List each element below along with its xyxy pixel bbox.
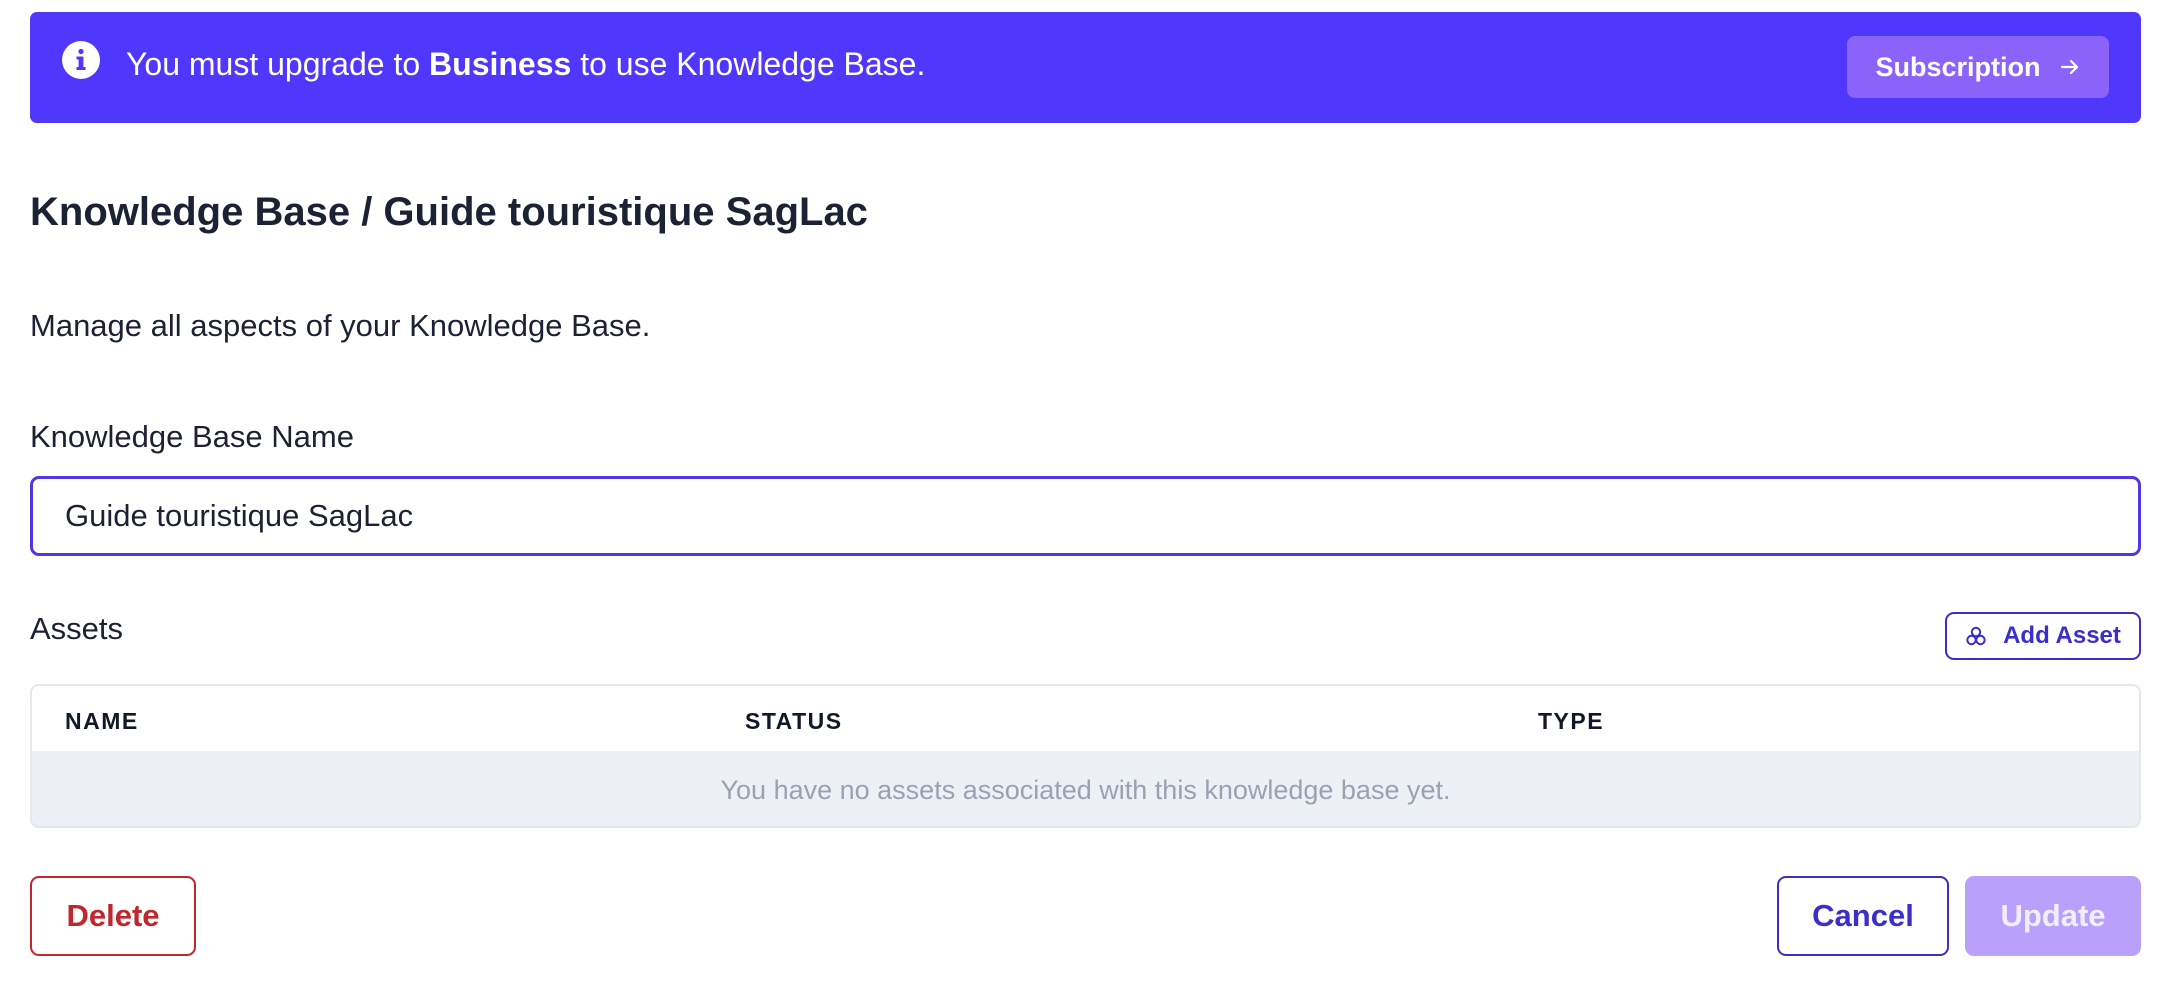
add-asset-button-label: Add Asset <box>2003 622 2121 649</box>
cancel-button[interactable]: Cancel <box>1777 876 1949 956</box>
add-asset-button[interactable]: Add Asset <box>1945 612 2141 660</box>
assets-table: NAME STATUS TYPE You have no assets asso… <box>30 684 2141 828</box>
arrow-right-icon <box>2060 59 2078 75</box>
update-button[interactable]: Update <box>1965 876 2141 956</box>
cubes-icon <box>1966 626 1986 646</box>
knowledge-base-name-label: Knowledge Base Name <box>30 419 354 454</box>
column-header-status[interactable]: STATUS <box>745 708 843 735</box>
assets-label: Assets <box>30 611 124 646</box>
upgrade-banner: You must upgrade to Business to use Know… <box>30 12 2141 123</box>
delete-button[interactable]: Delete <box>30 876 196 956</box>
upgrade-message: You must upgrade to Business to use Know… <box>126 48 925 80</box>
column-header-type[interactable]: TYPE <box>1538 708 1604 735</box>
info-circle-icon <box>62 41 100 79</box>
knowledge-base-name-input[interactable] <box>30 476 2141 556</box>
upgrade-plan-name: Business <box>429 46 572 82</box>
subscription-button[interactable]: Subscription <box>1847 36 2109 98</box>
upgrade-message-prefix: You must upgrade to <box>126 46 430 82</box>
upgrade-message-suffix: to use Knowledge Base. <box>571 46 926 82</box>
column-header-name[interactable]: NAME <box>65 708 139 735</box>
assets-empty-state: You have no assets associated with this … <box>32 751 2139 826</box>
page-title: Knowledge Base / Guide touristique SagLa… <box>30 190 868 234</box>
subscription-button-label: Subscription <box>1875 51 2041 82</box>
assets-table-header: NAME STATUS TYPE <box>32 686 2139 751</box>
page-description: Manage all aspects of your Knowledge Bas… <box>30 308 651 343</box>
